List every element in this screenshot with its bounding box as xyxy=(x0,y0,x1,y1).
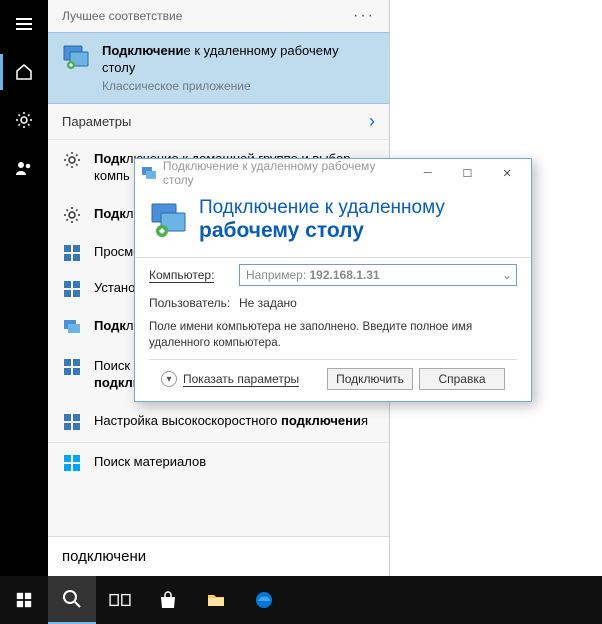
help-button[interactable]: Справка xyxy=(419,368,505,390)
rdp-body: Компьютер: Например: 192.168.1.31 ⌄ Поль… xyxy=(135,257,531,400)
settings-gear-icon[interactable] xyxy=(0,96,48,144)
web-search-item[interactable]: Поиск материалов xyxy=(48,442,389,483)
rdp-banner-line1: Подключение к удаленному xyxy=(199,197,445,219)
rdp-message: Поле имени компьютера не заполнено. Введ… xyxy=(149,320,517,351)
store-icon[interactable] xyxy=(144,576,192,624)
rdp-titlebar-icon xyxy=(141,165,157,181)
expand-down-icon: ▾ xyxy=(161,371,177,387)
computer-label: Компьютер: xyxy=(149,268,239,282)
minimize-button[interactable]: ─ xyxy=(408,159,448,187)
web-search-label: Поиск материалов xyxy=(94,453,206,471)
taskbar-search-icon[interactable] xyxy=(48,576,96,624)
setting-icon xyxy=(62,243,82,263)
more-icon[interactable]: ··· xyxy=(353,7,375,25)
rdp-banner-line2: рабочему столу xyxy=(199,219,445,243)
best-match-header: Лучшее соответствие ··· xyxy=(48,0,389,32)
hamburger-icon[interactable] xyxy=(0,0,48,48)
best-match-title: Подключение к удаленному рабочему столу xyxy=(102,43,375,77)
parameters-header[interactable]: Параметры › xyxy=(48,104,389,140)
best-match-label: Лучшее соответствие xyxy=(62,9,182,23)
windows-logo-icon xyxy=(62,453,82,473)
search-input[interactable] xyxy=(62,548,375,565)
best-match-subtitle: Классическое приложение xyxy=(102,79,375,93)
rdp-titlebar[interactable]: Подключение к удаленному рабочему столу … xyxy=(135,159,531,187)
gear-icon xyxy=(62,205,82,225)
setting-icon xyxy=(62,279,82,299)
rdp-small-icon xyxy=(62,317,82,337)
maximize-button[interactable]: ☐ xyxy=(448,159,488,187)
start-left-rail xyxy=(0,0,48,576)
rdp-banner: Подключение к удаленному рабочему столу xyxy=(135,187,531,257)
chevron-right-icon: › xyxy=(369,111,375,132)
connect-button[interactable]: Подключить xyxy=(327,368,413,390)
chevron-down-icon: ⌄ xyxy=(502,268,512,282)
rdp-titlebar-text: Подключение к удаленному рабочему столу xyxy=(163,159,408,187)
setting-icon xyxy=(62,357,82,377)
rdp-app-icon xyxy=(62,43,90,71)
start-button[interactable] xyxy=(0,576,48,624)
user-label: Пользователь: xyxy=(149,296,239,310)
setting-icon xyxy=(62,412,82,432)
show-parameters-toggle[interactable]: ▾ Показать параметры xyxy=(161,371,321,387)
best-match-item[interactable]: Подключение к удаленному рабочему столу … xyxy=(48,32,389,104)
home-icon[interactable] xyxy=(0,48,48,96)
edge-icon[interactable] xyxy=(240,576,288,624)
taskbar xyxy=(0,576,602,624)
list-item[interactable]: Настройка высокоскоростного подключения xyxy=(48,402,389,442)
computer-combobox[interactable]: Например: 192.168.1.31 ⌄ xyxy=(239,264,517,286)
user-value: Не задано xyxy=(239,296,297,310)
people-icon[interactable] xyxy=(0,144,48,192)
close-button[interactable]: ✕ xyxy=(487,159,527,187)
file-explorer-icon[interactable] xyxy=(192,576,240,624)
gear-icon xyxy=(62,150,82,170)
task-view-icon[interactable] xyxy=(96,576,144,624)
rdp-dialog: Подключение к удаленному рабочему столу … xyxy=(134,158,532,402)
rdp-banner-icon xyxy=(149,200,189,240)
search-input-row xyxy=(48,536,389,576)
parameters-label: Параметры xyxy=(62,114,131,129)
